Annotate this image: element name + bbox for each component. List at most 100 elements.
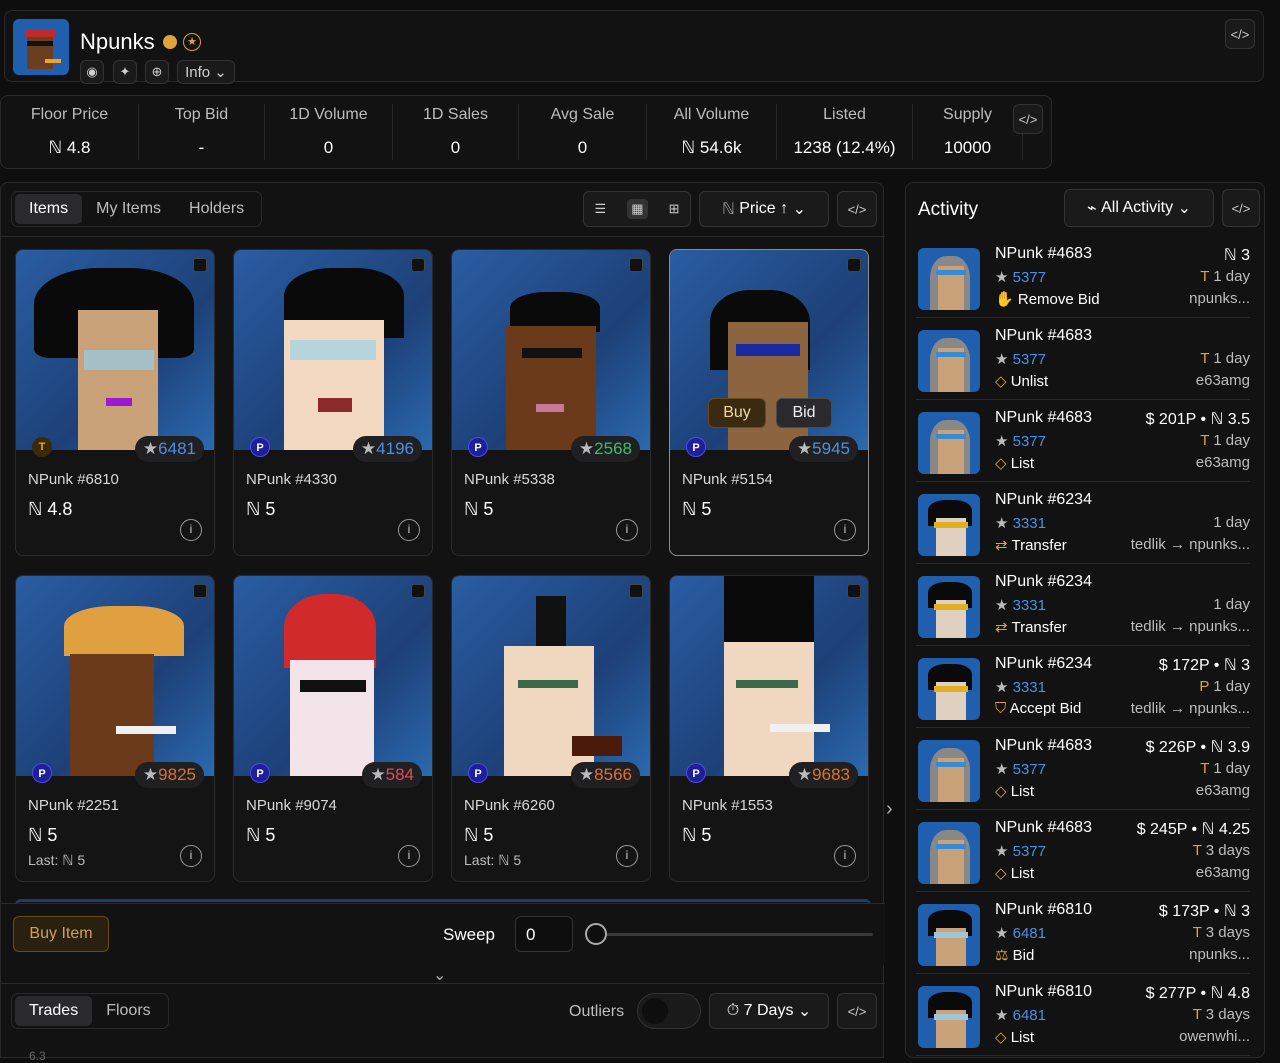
- activity-row[interactable]: NPunk #6810 ★ 6481 ◇ List $ 277P • ℕ 4.8 T 3…: [916, 980, 1250, 1056]
- item-card[interactable]: P ★4196 NPunk #4330 ℕ 5 i: [233, 249, 433, 556]
- activity-row[interactable]: NPunk #4683 ★ 5377 ◇ List $ 245P • ℕ 4.25 T …: [916, 816, 1250, 892]
- activity-embed-button[interactable]: </>: [1222, 189, 1260, 227]
- period-dropdown[interactable]: ⏱ 7 Days ⌄: [709, 993, 829, 1029]
- activity-party[interactable]: tedlik → npunks...: [1131, 700, 1250, 717]
- info-icon[interactable]: i: [180, 519, 202, 541]
- activity-row[interactable]: NPunk #4683 ★ 5377 ◇ List $ 201P • ℕ 3.5 T 1…: [916, 406, 1250, 482]
- activity-party[interactable]: tedlik → npunks...: [1131, 536, 1250, 553]
- sweep-slider[interactable]: [595, 933, 873, 936]
- embed-code-button[interactable]: </>: [1225, 19, 1255, 49]
- activity-party[interactable]: e63amg: [1196, 782, 1250, 799]
- tensor-market-icon: T: [32, 437, 52, 457]
- activity-party[interactable]: npunks...: [1189, 946, 1250, 963]
- select-checkbox[interactable]: [847, 584, 861, 598]
- tab-items[interactable]: Items: [15, 194, 83, 224]
- bid-button[interactable]: Bid: [776, 398, 832, 428]
- item-card[interactable]: P ★9683 NPunk #1553 ℕ 5 i: [669, 575, 869, 882]
- pandora-market-icon: P: [32, 763, 52, 783]
- list-view-icon[interactable]: ☰: [595, 201, 607, 217]
- tab-my-items[interactable]: My Items: [82, 194, 175, 224]
- activity-price: $ 277P • ℕ 4.8: [1145, 985, 1250, 1002]
- select-checkbox[interactable]: [629, 584, 643, 598]
- info-icon[interactable]: i: [398, 845, 420, 867]
- info-icon[interactable]: i: [616, 519, 638, 541]
- activity-party[interactable]: npunks...: [1189, 290, 1250, 307]
- collapse-chevron-icon[interactable]: ⌄: [433, 965, 446, 985]
- select-checkbox[interactable]: [629, 258, 643, 272]
- last-sale: Last: ℕ 5: [464, 852, 522, 868]
- nft-image: [670, 250, 868, 450]
- activity-row[interactable]: NPunk #4683 ★ 5377 ✋ Remove Bid ℕ 3 T 1 day n…: [916, 242, 1250, 318]
- activity-type: ⇄ Transfer: [995, 618, 1067, 636]
- select-checkbox[interactable]: [193, 584, 207, 598]
- item-card[interactable]: P ★2568 NPunk #5338 ℕ 5 i: [451, 249, 651, 556]
- tab-holders[interactable]: Holders: [175, 194, 258, 224]
- activity-party[interactable]: e63amg: [1196, 454, 1250, 471]
- activity-type-icon: ◇: [995, 1029, 1007, 1046]
- activity-party[interactable]: owenwhi...: [1179, 1028, 1250, 1045]
- time-label: 1 day: [1213, 432, 1250, 449]
- time-label: 3 days: [1205, 842, 1250, 859]
- rank-value: 5377: [1012, 351, 1046, 368]
- activity-party[interactable]: e63amg: [1196, 864, 1250, 881]
- pandora-market-icon: P: [250, 437, 270, 457]
- info-dropdown[interactable]: Info ⌄: [177, 60, 235, 84]
- select-checkbox[interactable]: [193, 258, 207, 272]
- grid-dense-view-icon[interactable]: ▦: [627, 199, 648, 219]
- stat-value: ℕ 4.8: [48, 138, 91, 157]
- activity-row[interactable]: NPunk #6810 ★ 6481 ⚖ Bid $ 173P • ℕ 3 T 3 da…: [916, 898, 1250, 974]
- website-icon[interactable]: ⊕: [145, 60, 169, 84]
- activity-item-name: NPunk #6810: [995, 901, 1092, 918]
- outliers-toggle[interactable]: [637, 993, 701, 1029]
- activity-price: $ 173P • ℕ 3: [1158, 903, 1250, 920]
- activity-item-name: NPunk #4683: [995, 327, 1092, 344]
- activity-thumbnail: [918, 822, 980, 884]
- info-icon[interactable]: i: [180, 845, 202, 867]
- tab-floors[interactable]: Floors: [92, 996, 164, 1026]
- activity-party[interactable]: e63amg: [1196, 372, 1250, 389]
- item-price: ℕ 5: [464, 499, 494, 519]
- info-icon[interactable]: i: [834, 519, 856, 541]
- grid-view-icon[interactable]: ⊞: [669, 201, 680, 217]
- buy-button[interactable]: Buy: [708, 398, 766, 428]
- expand-activity-icon[interactable]: ›: [886, 798, 893, 821]
- nft-image: [16, 576, 214, 776]
- chart-embed-button[interactable]: </>: [837, 993, 877, 1029]
- activity-thumbnail: [918, 576, 980, 638]
- item-card[interactable]: P ★8566 NPunk #6260 ℕ 5 Last: ℕ 5 i: [451, 575, 651, 882]
- info-icon[interactable]: i: [398, 519, 420, 541]
- time-label: 1 day: [1213, 678, 1250, 695]
- select-checkbox[interactable]: [847, 258, 861, 272]
- activity-type: ◇ List: [995, 864, 1034, 882]
- item-card[interactable]: P ★9825 NPunk #2251 ℕ 5 Last: ℕ 5 i: [15, 575, 215, 882]
- pandora-market-icon: P: [468, 763, 488, 783]
- item-card[interactable]: T ★6481 NPunk #6810 ℕ 4.8 i: [15, 249, 215, 556]
- items-embed-button[interactable]: </>: [837, 191, 877, 227]
- select-checkbox[interactable]: [411, 584, 425, 598]
- twitter-icon[interactable]: ✦: [113, 60, 137, 84]
- nft-image: [452, 576, 650, 776]
- info-icon[interactable]: i: [616, 845, 638, 867]
- item-card[interactable]: Buy Bid P ★5945 NPunk #5154 ℕ 5 i: [669, 249, 869, 556]
- activity-row[interactable]: NPunk #4683 ★ 5377 ◇ List $ 226P • ℕ 3.9 T 1…: [916, 734, 1250, 810]
- activity-row[interactable]: NPunk #4683 ★ 5377 ◇ Unlist T 1 day e63amg: [916, 324, 1250, 400]
- sort-dropdown[interactable]: ℕ Price ↑ ⌄: [699, 191, 829, 227]
- tab-trades[interactable]: Trades: [15, 996, 93, 1026]
- sweep-input[interactable]: 0: [515, 916, 573, 952]
- stat-label: Top Bid: [174, 106, 229, 123]
- stats-embed-button[interactable]: </>: [1013, 104, 1043, 134]
- info-icon[interactable]: i: [834, 845, 856, 867]
- select-checkbox[interactable]: [411, 258, 425, 272]
- activity-filter-dropdown[interactable]: ⌁ All Activity ⌄: [1064, 189, 1214, 227]
- activity-row[interactable]: NPunk #6234 ★ 3331 ⇄ Transfer 1 day tedlik …: [916, 570, 1250, 646]
- slider-handle[interactable]: [585, 923, 607, 945]
- buy-item-button[interactable]: Buy Item: [13, 916, 109, 952]
- activity-time: P 1 day: [1199, 678, 1250, 695]
- activity-row[interactable]: NPunk #6234 ★ 3331 ⇄ Transfer 1 day tedlik …: [916, 488, 1250, 564]
- activity-party[interactable]: tedlik → npunks...: [1131, 618, 1250, 635]
- discord-icon[interactable]: ◉: [80, 60, 104, 84]
- activity-thumbnail: [918, 330, 980, 392]
- item-card[interactable]: P ★584 NPunk #9074 ℕ 5 i: [233, 575, 433, 882]
- info-label: Info: [185, 63, 211, 81]
- activity-row[interactable]: NPunk #6234 ★ 3331 ⛉ Accept Bid $ 172P • ℕ …: [916, 652, 1250, 728]
